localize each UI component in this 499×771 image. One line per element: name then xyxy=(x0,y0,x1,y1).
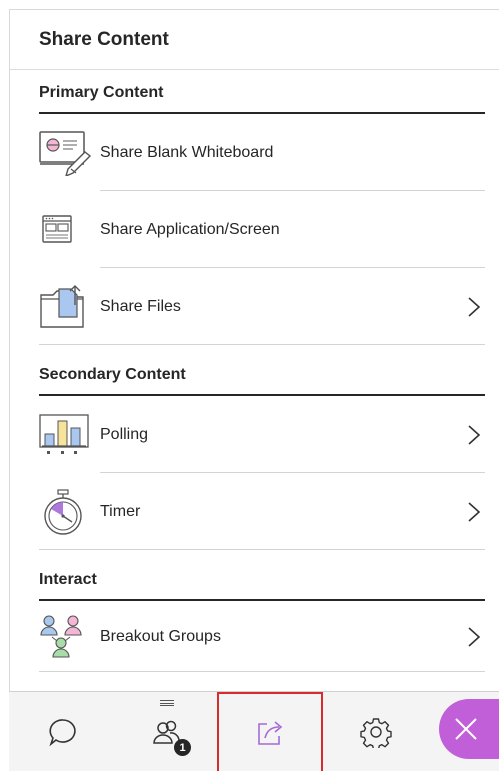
share-files-item[interactable]: Share Files xyxy=(39,268,485,345)
share-content-panel: Share Content Primary Content Share Blan… xyxy=(9,9,499,691)
item-label: Timer xyxy=(100,502,141,520)
application-screen-icon xyxy=(39,205,93,255)
divider xyxy=(39,549,485,550)
chevron-right-icon xyxy=(468,296,481,317)
breakout-groups-icon xyxy=(39,612,93,662)
share-content-tab[interactable] xyxy=(217,692,323,771)
share-application-screen-item[interactable]: Share Application/Screen xyxy=(39,191,485,268)
attendees-tab[interactable]: 1 xyxy=(117,692,217,771)
chat-tab[interactable] xyxy=(19,692,107,771)
section-primary-content: Primary Content Share Blank Whiteboard S… xyxy=(10,70,499,345)
gear-icon xyxy=(360,718,392,748)
breakout-groups-item[interactable]: Breakout Groups xyxy=(39,601,485,672)
divider xyxy=(39,344,485,345)
chevron-right-icon xyxy=(468,424,481,445)
close-icon xyxy=(455,718,477,740)
chevron-right-icon xyxy=(468,501,481,522)
item-label: Share Application/Screen xyxy=(100,220,280,238)
divider xyxy=(39,671,485,672)
files-folder-icon xyxy=(39,282,93,332)
section-header: Primary Content xyxy=(39,70,485,114)
share-content-icon xyxy=(258,721,283,745)
polling-item[interactable]: Polling xyxy=(39,396,485,473)
stopwatch-icon xyxy=(39,487,93,537)
share-blank-whiteboard-item[interactable]: Share Blank Whiteboard xyxy=(39,114,485,191)
attendee-count-badge: 1 xyxy=(174,739,191,756)
section-header: Secondary Content xyxy=(39,345,485,396)
item-label: Breakout Groups xyxy=(100,627,221,645)
settings-tab[interactable] xyxy=(331,692,421,771)
bottom-toolbar: 1 xyxy=(9,691,499,771)
item-label: Polling xyxy=(100,425,149,443)
item-label: Share Files xyxy=(100,297,181,315)
section-title: Interact xyxy=(39,571,97,588)
panel-header: Share Content xyxy=(10,10,499,70)
timer-item[interactable]: Timer xyxy=(39,473,485,550)
section-header: Interact xyxy=(39,550,485,601)
section-title: Secondary Content xyxy=(39,366,186,383)
section-interact: Interact Breakout Groups xyxy=(10,550,499,672)
close-button[interactable] xyxy=(439,699,499,759)
section-secondary-content: Secondary Content Polling Timer xyxy=(10,345,499,550)
panel-title: Share Content xyxy=(39,28,169,50)
drag-handle-icon[interactable] xyxy=(160,700,174,706)
item-label: Share Blank Whiteboard xyxy=(100,143,274,161)
polling-chart-icon xyxy=(39,410,93,460)
section-title: Primary Content xyxy=(39,84,164,101)
chat-bubble-icon xyxy=(49,719,76,747)
whiteboard-icon xyxy=(39,128,93,178)
chevron-right-icon xyxy=(468,626,481,647)
